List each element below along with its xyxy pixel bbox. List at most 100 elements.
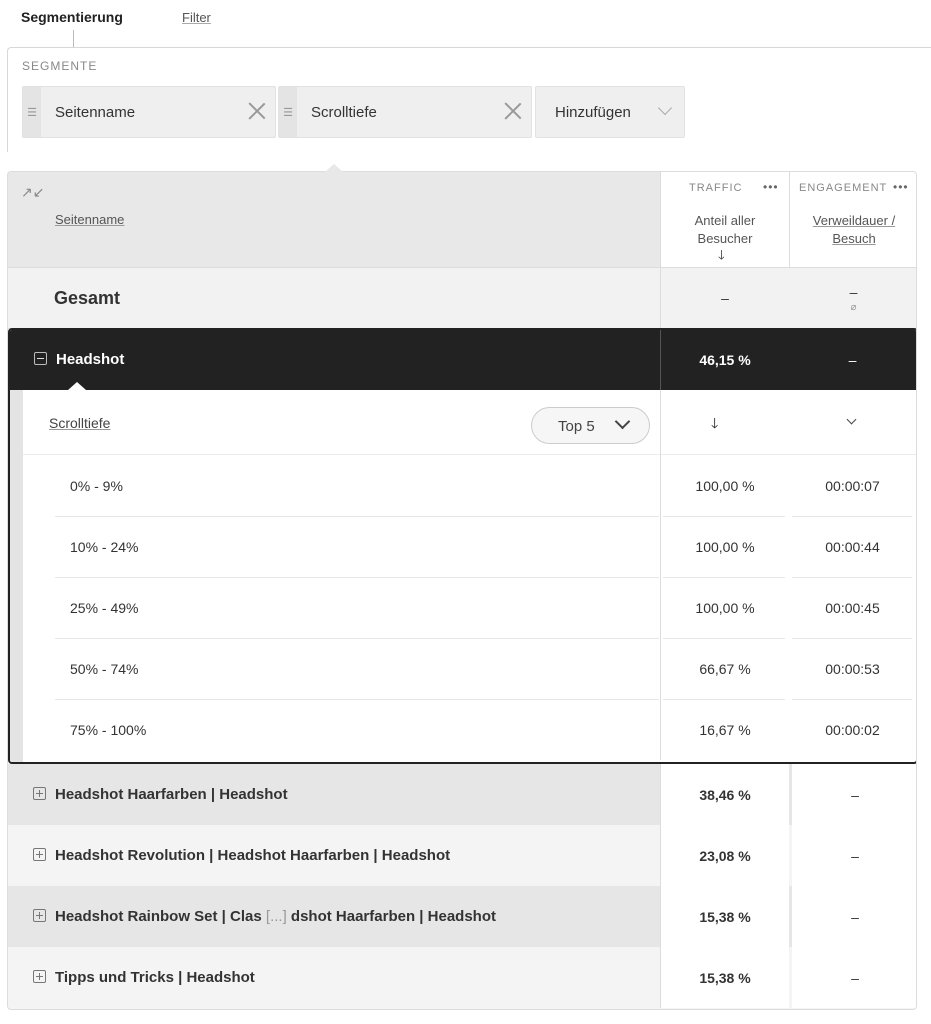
segments-panel: SEGMENTE ☰ Seitenname ☰ Scrolltiefe Hinz…: [7, 47, 931, 152]
row-divider: [55, 638, 659, 639]
total-engagement-value: –: [849, 283, 858, 300]
more-options-icon[interactable]: •••: [893, 180, 909, 194]
group-name: Headshot Rainbow Set | Clas [...] dshot …: [55, 908, 496, 925]
total-traffic: –: [660, 268, 789, 328]
group-notch: [68, 382, 86, 390]
group-traffic: 23,08 %: [660, 825, 789, 886]
plus-square-icon[interactable]: [33, 909, 46, 922]
segment-chip-label: Scrolltiefe: [311, 104, 377, 121]
tab-filter[interactable]: Filter: [182, 10, 211, 25]
panel-notch: [325, 164, 343, 172]
group-engagement: –: [792, 886, 916, 947]
chevron-down-icon: [657, 100, 673, 116]
row-engagement: 00:00:45: [825, 599, 880, 616]
indent-bar: [10, 390, 23, 762]
row-traffic: 16,67 %: [660, 699, 789, 760]
segmentation-table: ↗↙ Seitenname TRAFFIC ••• Anteil aller B…: [7, 171, 917, 1010]
segment-chip-label: Seitenname: [55, 104, 136, 121]
row-engagement: 00:00:53: [825, 660, 880, 677]
group-name: Headshot: [56, 351, 125, 368]
collapse-arrows-icon[interactable]: ↗↙: [21, 184, 44, 201]
row-traffic: 66,67 %: [660, 638, 789, 699]
group-row-headshot[interactable]: Headshot 46,15 % –: [10, 330, 916, 390]
add-segment-label: Hinzufügen: [555, 104, 631, 121]
drag-handle-icon[interactable]: ☰: [23, 87, 41, 137]
group-label-traffic: TRAFFIC: [689, 182, 743, 194]
group-engagement: –: [792, 764, 916, 825]
segment-chip-seitenname[interactable]: ☰ Seitenname: [22, 86, 276, 138]
top-n-dropdown[interactable]: Top 5: [531, 407, 650, 444]
total-row: Gesamt – – ⌀: [8, 267, 916, 329]
group-label-engagement: ENGAGEMENT: [799, 182, 888, 194]
table-header-engagement: ENGAGEMENT ••• Verweildauer / Besuch: [789, 172, 916, 267]
sub-dimension-header: Scrolltiefe Top 5 🡓: [23, 390, 916, 455]
group-name: Tipps und Tricks | Headshot: [55, 969, 255, 986]
row-label: 75% - 100%: [70, 722, 147, 738]
segments-label: SEGMENTE: [22, 59, 98, 73]
tab-indicator: [73, 30, 74, 47]
group-name: Headshot Haarfarben | Headshot: [55, 786, 288, 803]
row-divider: [55, 699, 659, 700]
plus-square-icon[interactable]: [33, 787, 46, 800]
row-traffic: 100,00 %: [660, 577, 789, 638]
column-header-seitenname[interactable]: Seitenname: [55, 212, 124, 227]
arrow-down-icon[interactable]: 🡓: [718, 246, 725, 268]
table-row[interactable]: 75% - 100% 16,67 % 00:00:02: [23, 699, 916, 760]
average-icon: ⌀: [850, 301, 857, 313]
close-icon[interactable]: [503, 101, 523, 121]
row-engagement: 00:00:02: [825, 721, 880, 738]
sub-dimension-scrolltiefe[interactable]: Scrolltiefe: [49, 415, 110, 431]
group-traffic: 15,38 %: [660, 947, 789, 1008]
segment-chip-scrolltiefe[interactable]: ☰ Scrolltiefe: [278, 86, 532, 138]
add-segment-dropdown[interactable]: Hinzufügen: [535, 86, 685, 138]
table-header-traffic: TRAFFIC ••• Anteil aller Besucher 🡓: [660, 172, 789, 267]
table-row[interactable]: 0% - 9% 100,00 % 00:00:07: [23, 455, 916, 516]
close-icon[interactable]: [247, 101, 267, 121]
chevron-down-icon: [614, 413, 631, 430]
plus-square-icon[interactable]: [33, 848, 46, 861]
row-traffic: 100,00 %: [660, 455, 789, 516]
minus-square-icon[interactable]: [34, 352, 47, 365]
column-header-verweildauer[interactable]: Verweildauer / Besuch: [790, 212, 916, 248]
row-engagement: 00:00:07: [825, 477, 880, 494]
row-label: 25% - 49%: [70, 600, 139, 616]
row-traffic: 100,00 %: [660, 516, 789, 577]
group-engagement: –: [792, 825, 916, 886]
plus-square-icon[interactable]: [33, 970, 46, 983]
total-engagement: – ⌀: [789, 268, 916, 328]
column-header-anteil[interactable]: Anteil aller Besucher: [661, 212, 789, 248]
group-traffic: 38,46 %: [660, 764, 789, 825]
ellipsis: [...]: [265, 908, 287, 925]
row-label: 10% - 24%: [70, 539, 139, 555]
group-row[interactable]: Headshot Haarfarben | Headshot 38,46 % –: [8, 764, 916, 825]
group-traffic: 46,15 %: [660, 330, 789, 390]
row-engagement: 00:00:44: [825, 538, 880, 555]
table-row[interactable]: 10% - 24% 100,00 % 00:00:44: [23, 516, 916, 577]
row-divider: [55, 577, 659, 578]
arrow-down-icon[interactable]: 🡓: [711, 413, 718, 437]
tab-segmentierung[interactable]: Segmentierung: [21, 9, 123, 25]
top-n-label: Top 5: [558, 418, 595, 435]
group-engagement: –: [848, 352, 857, 368]
group-traffic: 15,38 %: [660, 886, 789, 947]
table-header-dimension: ↗↙ Seitenname: [8, 172, 660, 267]
group-row[interactable]: Tipps und Tricks | Headshot 15,38 % –: [8, 947, 916, 1008]
tab-bar: Segmentierung Filter: [0, 0, 931, 48]
group-row[interactable]: Headshot Rainbow Set | Clas [...] dshot …: [8, 886, 916, 947]
table-row[interactable]: 50% - 74% 66,67 % 00:00:53: [23, 638, 916, 699]
group-row[interactable]: Headshot Revolution | Headshot Haarfarbe…: [8, 825, 916, 886]
row-label: 50% - 74%: [70, 661, 139, 677]
column-divider: [660, 390, 661, 455]
group-engagement: –: [792, 947, 916, 1008]
row-divider: [55, 516, 659, 517]
chevron-down-icon[interactable]: [846, 414, 857, 425]
group-name: Headshot Revolution | Headshot Haarfarbe…: [55, 847, 451, 864]
drag-handle-icon[interactable]: ☰: [279, 87, 297, 137]
total-label: Gesamt: [54, 288, 121, 308]
expanded-group-headshot: Headshot 46,15 % – Scrolltiefe Top 5 🡓 0…: [8, 328, 916, 764]
table-row[interactable]: 25% - 49% 100,00 % 00:00:45: [23, 577, 916, 638]
row-label: 0% - 9%: [70, 478, 123, 494]
more-options-icon[interactable]: •••: [763, 180, 779, 194]
group-name-start: Headshot Rainbow Set | Clas: [55, 908, 262, 925]
group-name-end: dshot Haarfarben | Headshot: [290, 908, 496, 925]
